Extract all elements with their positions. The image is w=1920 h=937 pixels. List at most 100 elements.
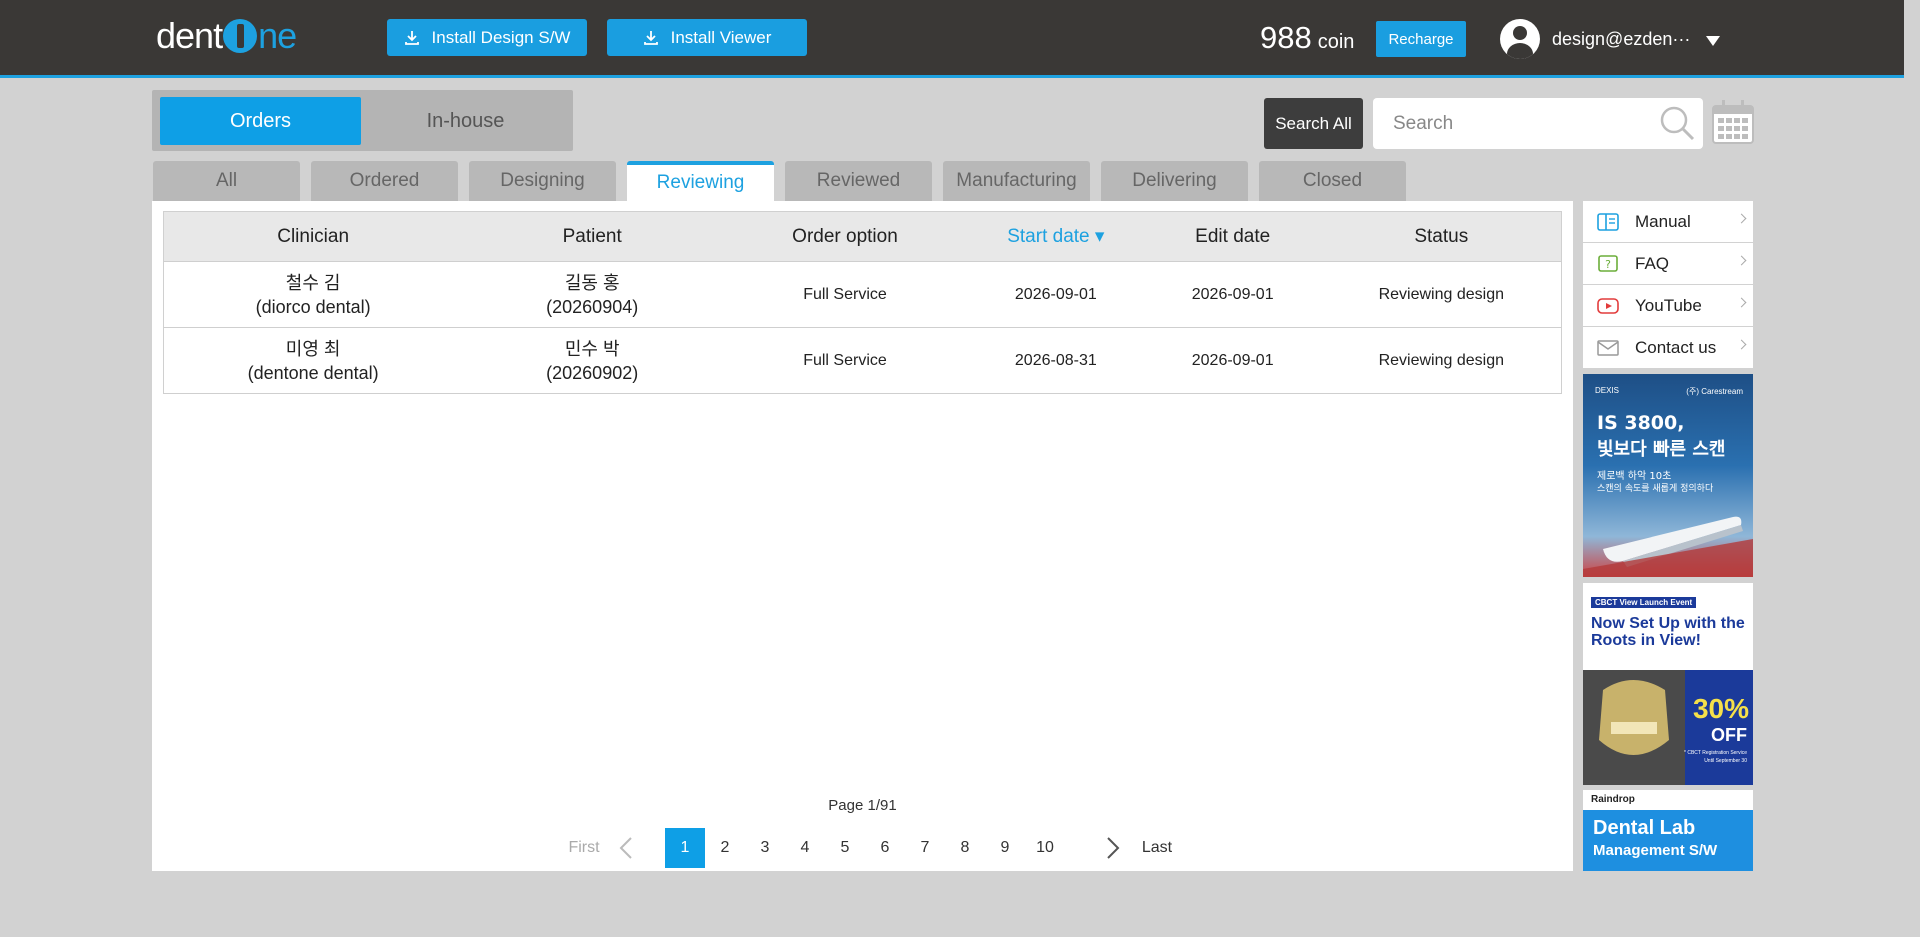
ad3-sub: Management S/W: [1593, 842, 1718, 859]
page-7[interactable]: 7: [905, 828, 945, 868]
logo-one-mark: [223, 19, 258, 53]
col-patient[interactable]: Patient: [462, 211, 723, 262]
first-page-link[interactable]: First: [554, 828, 614, 868]
cell-status: Reviewing design: [1321, 261, 1562, 328]
ad-badge: CBCT View Launch Event: [1591, 597, 1697, 608]
cell-status: Reviewing design: [1321, 327, 1562, 394]
search-all-button[interactable]: Search All: [1264, 98, 1363, 149]
clinician-name: 철수 김: [285, 272, 341, 293]
tab-ordered[interactable]: Ordered: [311, 161, 458, 201]
user-avatar-icon: [1500, 19, 1540, 59]
recharge-button[interactable]: Recharge: [1376, 21, 1466, 57]
mode-toggle: Orders In-house: [152, 90, 573, 151]
clinician-org: (dentone dental): [247, 362, 379, 383]
table-row[interactable]: 철수 김 (diorco dental) 길동 홍 (20260904) Ful…: [163, 261, 1562, 328]
tab-closed[interactable]: Closed: [1259, 161, 1406, 201]
dentone-logo[interactable]: dent ne: [156, 15, 297, 56]
chevron-right-icon: [1736, 297, 1747, 308]
col-order-option[interactable]: Order option: [722, 211, 968, 262]
cell-edit-date: 2026-09-01: [1143, 327, 1322, 394]
tab-reviewing[interactable]: Reviewing: [627, 161, 774, 201]
ad-off: OFF: [1711, 725, 1747, 745]
col-status[interactable]: Status: [1321, 211, 1562, 262]
cell-clinician: 미영 최 (dentone dental): [163, 327, 463, 394]
page-2[interactable]: 2: [705, 828, 745, 868]
patient-id: (20260904): [546, 296, 639, 317]
ad-fine-line2: Until September 30: [1704, 758, 1747, 764]
ad3-title: Dental Lab: [1593, 817, 1696, 839]
user-menu-dropdown-icon[interactable]: [1706, 36, 1720, 46]
page-1[interactable]: 1: [665, 828, 705, 868]
ad-banner-raindrop[interactable]: Raindrop Dental Lab Management S/W: [1583, 790, 1753, 871]
cell-order-option: Full Service: [722, 327, 968, 394]
chevron-right-icon: [1736, 213, 1747, 224]
col-start-date[interactable]: Start date ▾: [967, 211, 1144, 262]
table-header-row: Clinician Patient Order option Start dat…: [163, 211, 1562, 262]
orders-mode-button[interactable]: Orders: [160, 97, 361, 145]
install-viewer-button[interactable]: Install Viewer: [607, 19, 807, 56]
side-menu: Manual ? FAQ YouTube Contact us: [1583, 201, 1753, 369]
calendar-icon[interactable]: [1712, 100, 1754, 144]
page-10[interactable]: 10: [1025, 828, 1065, 868]
tab-manufacturing[interactable]: Manufacturing: [943, 161, 1090, 201]
page-3[interactable]: 3: [745, 828, 785, 868]
page-6[interactable]: 6: [865, 828, 905, 868]
ad-fine-line1: * CBCT Registration Service: [1684, 750, 1747, 756]
ad-sub-line2: 스캔의 속도를 새롭게 정의하다: [1597, 484, 1714, 494]
logo-text-left: dent: [156, 15, 223, 56]
coin-unit: coin: [1317, 31, 1355, 53]
chevron-right-icon: [1736, 339, 1747, 350]
user-account[interactable]: design@ezden···: [1500, 19, 1690, 59]
tab-delivering[interactable]: Delivering: [1101, 161, 1248, 201]
cell-patient: 민수 박 (20260902): [462, 327, 723, 394]
ad-banner-cbct[interactable]: CBCT View Launch Event Now Set Up with t…: [1583, 583, 1753, 785]
tab-all[interactable]: All: [153, 161, 300, 201]
side-item-youtube[interactable]: YouTube: [1583, 285, 1753, 327]
page-4[interactable]: 4: [785, 828, 825, 868]
side-item-faq[interactable]: ? FAQ: [1583, 243, 1753, 285]
ad-title-line1: IS 3800,: [1597, 412, 1685, 434]
inhouse-mode-button[interactable]: In-house: [365, 97, 566, 145]
prev-page-icon[interactable]: [607, 828, 647, 868]
col-edit-date[interactable]: Edit date: [1143, 211, 1322, 262]
mail-icon: [1597, 339, 1619, 356]
coin-balance: 988 coin: [1260, 20, 1354, 56]
orders-table: Clinician Patient Order option Start dat…: [163, 211, 1562, 394]
cell-order-option: Full Service: [722, 261, 968, 328]
side-item-contact[interactable]: Contact us: [1583, 327, 1753, 369]
cell-start-date: 2026-09-01: [967, 261, 1144, 328]
next-page-icon[interactable]: [1092, 828, 1132, 868]
side-item-label: Manual: [1635, 211, 1691, 231]
side-item-label: Contact us: [1635, 337, 1717, 357]
patient-name: 길동 홍: [564, 272, 620, 293]
ad-banner-is3800[interactable]: DEXIS (주) Carestream IS 3800, 빛보다 빠른 스캔 …: [1583, 374, 1753, 577]
tab-reviewed[interactable]: Reviewed: [785, 161, 932, 201]
top-header: dent ne Install Design S/W Install Viewe…: [0, 0, 1904, 78]
question-icon: ?: [1598, 254, 1618, 272]
last-page-link[interactable]: Last: [1132, 828, 1182, 868]
install-design-sw-label: Install Design S/W: [431, 27, 571, 47]
side-item-manual[interactable]: Manual: [1583, 201, 1753, 243]
patient-id: (20260902): [546, 362, 639, 383]
table-row[interactable]: 미영 최 (dentone dental) 민수 박 (20260902) Fu…: [163, 327, 1562, 394]
install-design-sw-button[interactable]: Install Design S/W: [387, 19, 587, 56]
col-clinician[interactable]: Clinician: [163, 211, 463, 262]
tab-designing[interactable]: Designing: [469, 161, 616, 201]
book-icon: [1597, 212, 1619, 231]
side-item-label: YouTube: [1635, 295, 1702, 315]
cbct-skull-image: [1583, 670, 1685, 785]
page-8[interactable]: 8: [945, 828, 985, 868]
download-icon: [404, 30, 419, 45]
page-9[interactable]: 9: [985, 828, 1025, 868]
ad-discount: 30%: [1692, 693, 1749, 724]
page-5[interactable]: 5: [825, 828, 865, 868]
svg-text:?: ?: [1605, 258, 1611, 271]
ad-sub-line1: 제로백 하악 10초: [1597, 471, 1672, 482]
orders-panel: Clinician Patient Order option Start dat…: [152, 201, 1573, 871]
youtube-icon: [1597, 297, 1619, 314]
search-input[interactable]: [1373, 98, 1703, 149]
search-icon[interactable]: [1658, 104, 1696, 142]
ad-title: Now Set Up with the Roots in View!: [1591, 615, 1745, 649]
cell-patient: 길동 홍 (20260904): [462, 261, 723, 328]
pagination: First 1 2 3 4 5 6 7 8 9 10 Last: [152, 828, 1573, 868]
